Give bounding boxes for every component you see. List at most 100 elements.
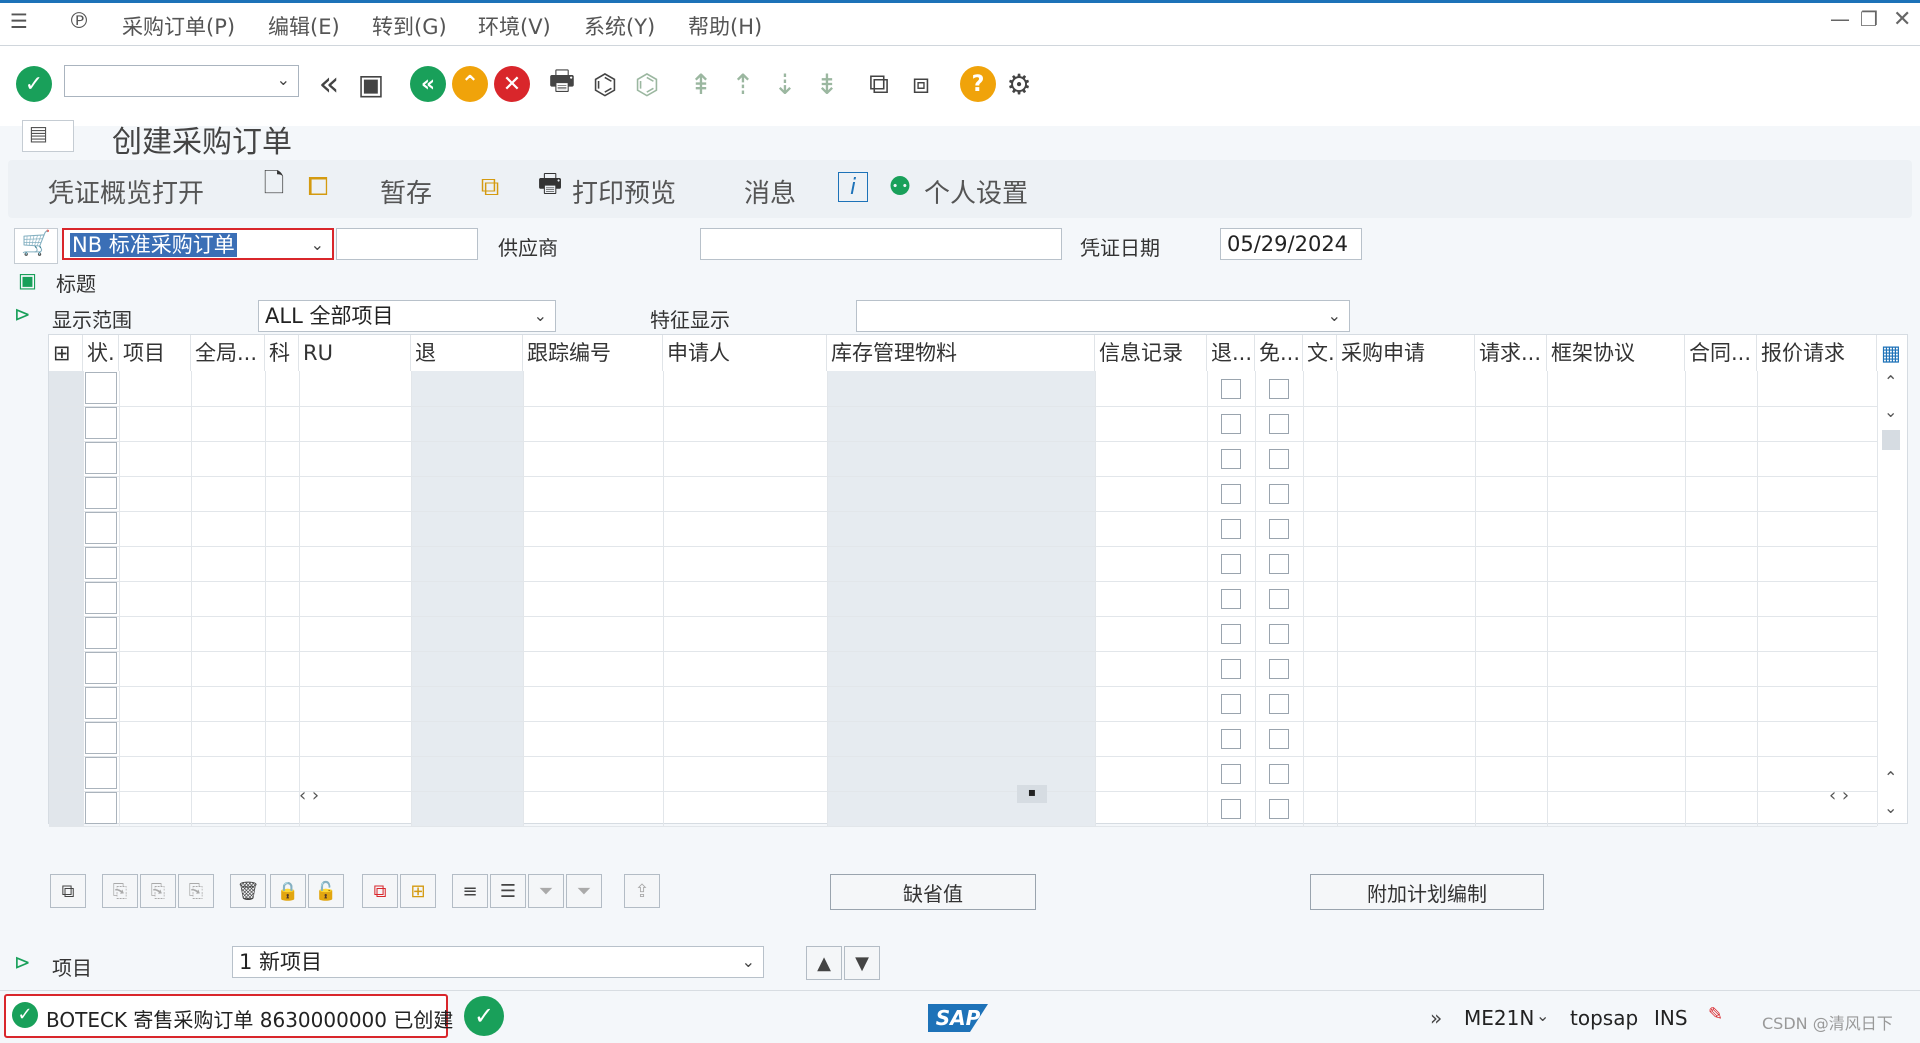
col-item[interactable]: 项目 [119, 335, 191, 371]
horizontal-scroll-thumb[interactable]: ▪ [1017, 785, 1047, 803]
row-checkbox[interactable] [1269, 729, 1289, 749]
expand-title-icon[interactable]: ▣ [18, 268, 37, 292]
default-values-button[interactable]: 缺省值 [830, 874, 1036, 910]
row-status-cell[interactable] [85, 407, 117, 439]
col-return[interactable]: 退 [411, 335, 523, 371]
input-mode[interactable]: INS [1654, 1006, 1688, 1030]
row-checkbox[interactable] [1221, 589, 1241, 609]
supplier-input[interactable] [700, 228, 1062, 260]
col-tracking[interactable]: 跟踪编号 [523, 335, 663, 371]
create-session-icon[interactable]: ⧉ [862, 66, 896, 102]
row-checkbox[interactable] [1221, 764, 1241, 784]
split-button[interactable]: ⊞ [400, 874, 436, 908]
col-status[interactable]: 状. [83, 335, 119, 371]
scroll-down-icon[interactable]: ⌄ [1884, 402, 1897, 421]
restore-icon[interactable]: ❐ [1860, 7, 1878, 31]
next-item-button[interactable]: ▼ [844, 946, 880, 980]
transaction-code[interactable]: ME21N [1464, 1006, 1534, 1030]
col-account[interactable]: 科 [265, 335, 299, 371]
row-checkbox[interactable] [1269, 694, 1289, 714]
select-all-icon[interactable]: ⊞ [49, 335, 83, 371]
row-checkbox[interactable] [1221, 554, 1241, 574]
expand-items-icon[interactable]: ⊳ [14, 302, 31, 326]
display-range-dropdown[interactable]: ALL 全部项目 ⌄ [258, 300, 556, 332]
order-type-dropdown[interactable]: NB 标准采购订单 ⌄ [62, 228, 334, 260]
table-row[interactable] [49, 721, 1877, 722]
col-request[interactable]: 请求... [1475, 335, 1547, 371]
row-status-cell[interactable] [85, 757, 117, 789]
new-document-icon[interactable]: 🗋 [258, 169, 290, 204]
col-purchase-req[interactable]: 采购申请 [1337, 335, 1475, 371]
row-selector-column[interactable] [49, 371, 83, 826]
menu-environment[interactable]: 环境(V) [478, 11, 551, 41]
row-status-cell[interactable] [85, 512, 117, 544]
row-checkbox[interactable] [1269, 589, 1289, 609]
row-status-cell[interactable] [85, 442, 117, 474]
scroll-up-bottom-icon[interactable]: ⌃ [1884, 768, 1897, 787]
personal-settings-icon[interactable]: ⚉ [884, 170, 916, 204]
col-ru[interactable]: RU [299, 335, 411, 371]
menu-goto[interactable]: 转到(G) [372, 11, 447, 41]
row-checkbox[interactable] [1221, 449, 1241, 469]
table-row[interactable] [49, 441, 1877, 442]
chevron-down-icon[interactable]: ⌄ [1536, 1006, 1549, 1025]
row-status-cell[interactable] [85, 652, 117, 684]
title-menu-button[interactable]: ▤ [22, 120, 74, 152]
cancel-icon[interactable]: ✕ [494, 66, 530, 102]
row-checkbox[interactable] [1269, 659, 1289, 679]
scroll-right-icon[interactable]: ‹ › [1829, 785, 1849, 806]
row-checkbox[interactable] [1269, 764, 1289, 784]
vertical-scrollbar[interactable]: ⌃ ⌄ ⌃ ⌄ [1880, 372, 1904, 824]
exit-icon[interactable]: ⌃ [452, 66, 488, 102]
addl-planning-button[interactable]: 附加计划编制 [1310, 874, 1544, 910]
print-preview-icon[interactable]: 🖶 [534, 169, 566, 204]
details-button[interactable]: ⧉ [50, 874, 86, 908]
doc-date-input[interactable]: 05/29/2024 [1220, 228, 1362, 260]
col-return-flag[interactable]: 退... [1207, 335, 1255, 371]
row-checkbox[interactable] [1221, 379, 1241, 399]
sort-asc-button[interactable]: ≡ [452, 874, 488, 908]
unlock-button[interactable]: 🔓 [308, 874, 344, 908]
col-info-record[interactable]: 信息记录 [1095, 335, 1207, 371]
row-status-cell[interactable] [85, 722, 117, 754]
row-status-cell[interactable] [85, 687, 117, 719]
print-icon[interactable]: 🖶 [545, 64, 579, 102]
row-status-cell[interactable] [85, 617, 117, 649]
col-global[interactable]: 全局... [191, 335, 265, 371]
sort-desc-button[interactable]: ☰ [490, 874, 526, 908]
status-message-box[interactable]: ✓ BOTECK 寄售采购订单 8630000000 已创建 [4, 994, 453, 1038]
col-free[interactable]: 免... [1255, 335, 1303, 371]
row-status-cell[interactable] [85, 372, 117, 404]
hold-button[interactable]: 暂存 [380, 173, 432, 210]
row-checkbox[interactable] [1269, 484, 1289, 504]
previous-item-button[interactable]: ▲ [806, 946, 842, 980]
table-row[interactable] [49, 581, 1877, 582]
command-field[interactable]: ⌄ [64, 65, 299, 97]
print-preview-button[interactable]: 打印预览 [572, 173, 676, 210]
vertical-scroll-thumb[interactable] [1882, 430, 1900, 450]
row-checkbox[interactable] [1269, 554, 1289, 574]
row-checkbox[interactable] [1221, 624, 1241, 644]
row-checkbox[interactable] [1269, 449, 1289, 469]
open-other-icon[interactable]: ⧠ [302, 170, 334, 204]
info-icon[interactable]: i [838, 172, 868, 202]
menu-system[interactable]: 系统(Y) [584, 11, 655, 41]
overview-button[interactable]: 凭证概览打开 [48, 173, 204, 210]
column-config-icon[interactable]: ▦ [1877, 335, 1907, 371]
scroll-up-icon[interactable]: ⌃ [1884, 372, 1897, 391]
table-row[interactable] [49, 826, 1877, 827]
row-status-cell[interactable] [85, 582, 117, 614]
status-check-icon[interactable]: ✓ [464, 996, 504, 1036]
table-row[interactable] [49, 616, 1877, 617]
table-row[interactable] [49, 546, 1877, 547]
table-row[interactable] [49, 511, 1877, 512]
menu-purchase-order[interactable]: 采购订单(P) [122, 11, 235, 41]
col-requester[interactable]: 申请人 [663, 335, 827, 371]
row-checkbox[interactable] [1269, 519, 1289, 539]
personal-settings-button[interactable]: 个人设置 [924, 173, 1028, 210]
po-number-field[interactable] [336, 228, 478, 260]
delete-button[interactable]: 🗑 [230, 874, 266, 908]
row-checkbox[interactable] [1269, 379, 1289, 399]
copy-item-button[interactable]: ⧉ [362, 874, 398, 908]
col-text[interactable]: 文. [1303, 335, 1337, 371]
